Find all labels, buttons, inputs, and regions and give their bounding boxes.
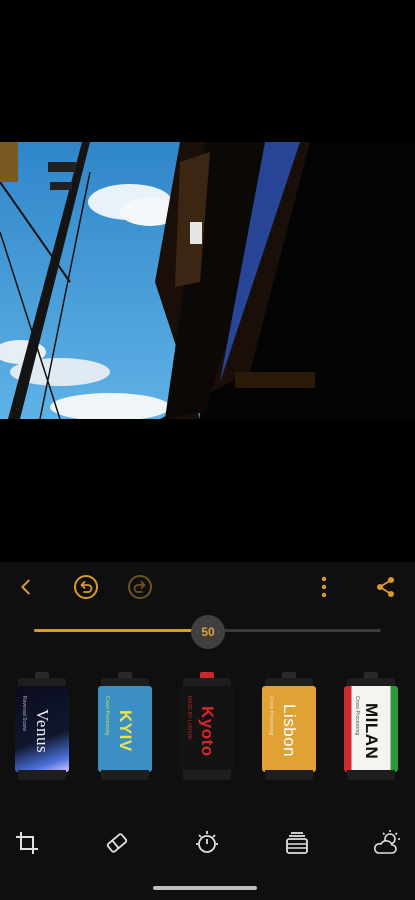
redo-button[interactable] xyxy=(123,570,157,604)
film-presets-strip: Reversal Scans Venus Cross Processing KY… xyxy=(0,672,415,792)
slider-value: 50 xyxy=(201,625,215,639)
crop-icon xyxy=(16,832,38,854)
film-name: MILAN xyxy=(362,702,381,760)
film-name: KYIV xyxy=(116,710,135,752)
undo-button[interactable] xyxy=(69,570,103,604)
back-button[interactable] xyxy=(9,570,43,604)
exposure-timer-icon xyxy=(196,831,218,853)
editor-panel: 50 Reversal Scans Venus Cross Processing… xyxy=(0,562,415,900)
weather-icon xyxy=(374,830,400,854)
film-preset-venus[interactable]: Reversal Scans Venus xyxy=(12,672,72,784)
film-preset-kyiv[interactable]: Cross Processing KYIV xyxy=(95,672,155,784)
eraser-icon xyxy=(106,833,128,853)
film-preset-milan[interactable]: Cross Processing MILAN xyxy=(341,672,401,784)
share-icon xyxy=(377,577,394,597)
undo-icon xyxy=(74,575,98,599)
exposure-button[interactable] xyxy=(191,827,223,859)
film-name: Lisbon xyxy=(280,704,299,758)
slider-fill xyxy=(34,629,208,632)
film-name: Venus xyxy=(33,708,52,754)
film-preset-kyoto[interactable]: MADE BY LUMIUM Kyoto xyxy=(177,672,237,784)
top-toolbar xyxy=(0,562,415,612)
redo-icon xyxy=(128,575,152,599)
film-preset-lisbon[interactable]: Cross Processing Lisbon xyxy=(259,672,319,784)
film-presets-icon xyxy=(286,832,308,854)
bottom-tools xyxy=(0,817,415,867)
slider-thumb[interactable]: 50 xyxy=(191,615,225,649)
eraser-button[interactable] xyxy=(101,827,133,859)
more-vertical-icon xyxy=(321,576,327,598)
weather-button[interactable] xyxy=(371,827,403,859)
crop-button[interactable] xyxy=(11,827,43,859)
home-indicator[interactable] xyxy=(153,886,257,890)
intensity-slider[interactable]: 50 xyxy=(34,615,381,649)
chevron-left-icon xyxy=(21,579,30,595)
edited-photo xyxy=(0,142,415,419)
film-name: Kyoto xyxy=(198,705,217,757)
film-presets-button[interactable] xyxy=(281,827,313,859)
share-button[interactable] xyxy=(369,570,403,604)
more-button[interactable] xyxy=(307,570,341,604)
